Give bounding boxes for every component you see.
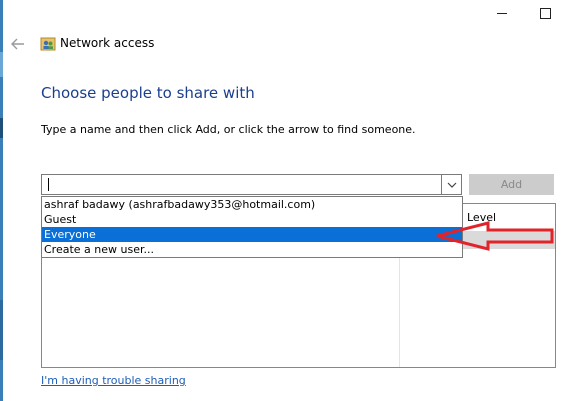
page-heading: Choose people to share with — [41, 84, 255, 102]
trouble-sharing-link[interactable]: I'm having trouble sharing — [41, 374, 186, 387]
minimize-button[interactable] — [479, 0, 525, 26]
back-arrow-icon — [11, 38, 24, 50]
dropdown-option-create-user[interactable]: Create a new user... — [42, 242, 462, 257]
minimize-icon — [497, 12, 507, 14]
dropdown-option-ashraf[interactable]: ashraf badawy (ashrafbadawy353@hotmail.c… — [42, 197, 462, 212]
dropdown-option-everyone[interactable]: Everyone — [42, 227, 462, 242]
instruction-text: Type a name and then click Add, or click… — [41, 123, 416, 136]
name-dropdown-list[interactable]: ashraf badawy (ashrafbadawy353@hotmail.c… — [41, 196, 463, 258]
text-caret — [48, 178, 49, 191]
chevron-down-icon — [447, 182, 456, 188]
back-button[interactable] — [9, 35, 27, 53]
network-people-icon — [40, 36, 56, 52]
name-combobox[interactable] — [41, 174, 462, 195]
maximize-icon — [539, 7, 551, 19]
desktop-background-strip — [0, 0, 3, 401]
add-button[interactable]: Add — [469, 174, 554, 195]
dropdown-option-guest[interactable]: Guest — [42, 212, 462, 227]
maximize-button[interactable] — [522, 0, 568, 26]
window-title: Network access — [60, 36, 155, 50]
dropdown-toggle-button[interactable] — [441, 175, 461, 194]
annotation-arrow-icon — [436, 221, 554, 251]
